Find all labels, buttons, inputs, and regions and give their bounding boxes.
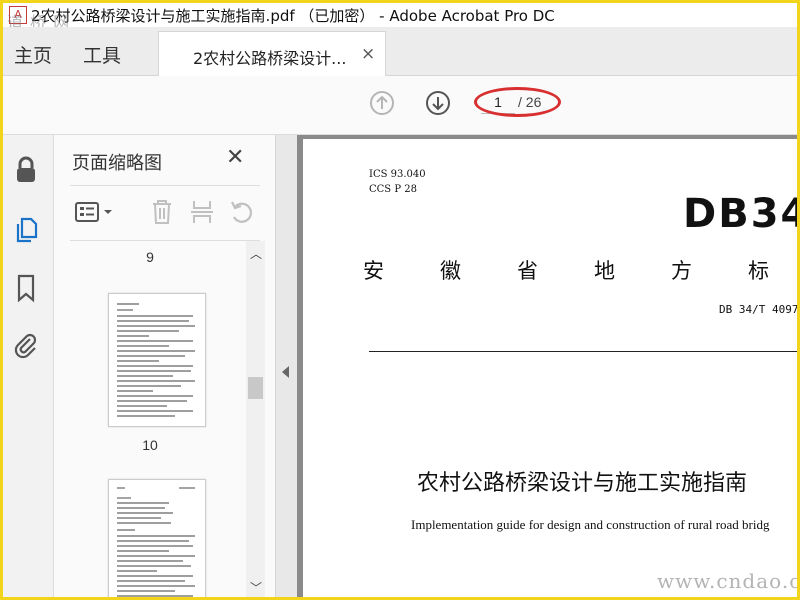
thumbnail-text-lines bbox=[117, 303, 195, 417]
document-view[interactable]: ICS 93.040 CCS P 28 DB34 安 徽 省 地 方 标 DB 34/T … bbox=[297, 135, 797, 597]
ics-code: ICS 93.040 bbox=[369, 169, 426, 180]
close-panel-icon[interactable]: ✕ bbox=[226, 145, 244, 170]
standard-logo: DB34 bbox=[683, 191, 797, 237]
thumbnail-scrollbar[interactable]: ︿ ﹀ bbox=[246, 241, 265, 597]
acrobat-window: A 2农村公路桥梁设计与施工实施指南.pdf （已加密） - Adobe Acr… bbox=[3, 3, 797, 597]
scroll-up-icon[interactable]: ︿ bbox=[250, 245, 262, 262]
delete-page-icon[interactable] bbox=[148, 198, 176, 226]
heading-char: 徽 bbox=[440, 259, 461, 283]
scrollbar-thumb[interactable] bbox=[248, 377, 263, 399]
classification-codes: ICS 93.040 CCS P 28 bbox=[369, 167, 426, 197]
extract-page-icon[interactable] bbox=[188, 198, 216, 226]
tab-tools[interactable]: 工具 bbox=[83, 41, 121, 68]
thumbnail-page-label: 9 bbox=[146, 249, 154, 265]
page-navigation-toolbar: / 26 bbox=[3, 76, 797, 135]
total-pages: / 26 bbox=[518, 94, 542, 110]
page-thumbnails-icon[interactable] bbox=[11, 215, 41, 245]
site-watermark: www.cndao.com bbox=[657, 569, 797, 593]
window-title: 2农村公路桥梁设计与施工实施指南.pdf （已加密） - Adobe Acrob… bbox=[31, 7, 555, 25]
divider-line bbox=[369, 351, 797, 352]
tab-document[interactable]: 2农村公路桥梁设计... × bbox=[158, 31, 386, 77]
document-tab-label: 2农村公路桥梁设计... bbox=[193, 49, 347, 68]
thumbnail-toolbar bbox=[70, 185, 260, 241]
tab-bar: 主页 工具 2农村公路桥梁设计... × bbox=[3, 27, 797, 77]
heading-char: 省 bbox=[517, 259, 538, 283]
tab-home[interactable]: 主页 bbox=[14, 41, 52, 68]
title-bar: A 2农村公路桥梁设计与施工实施指南.pdf （已加密） - Adobe Acr… bbox=[3, 3, 797, 27]
scroll-down-icon[interactable]: ﹀ bbox=[250, 579, 262, 596]
attachment-icon[interactable] bbox=[11, 330, 41, 360]
left-navigation-strip bbox=[3, 135, 54, 597]
lock-icon[interactable] bbox=[11, 155, 41, 185]
document-title-english: Implementation guide for design and cons… bbox=[411, 517, 770, 532]
pdf-page: ICS 93.040 CCS P 28 DB34 安 徽 省 地 方 标 DB 34/T … bbox=[303, 139, 797, 597]
ccs-code: CCS P 28 bbox=[369, 184, 417, 195]
heading-char: 标 bbox=[748, 259, 769, 283]
page-thumbnails-panel: 页面缩略图 ✕ 9 10 ︿ ﹀ bbox=[54, 135, 275, 597]
bookmark-icon[interactable] bbox=[11, 273, 41, 303]
heading-char: 方 bbox=[671, 259, 692, 283]
rotate-page-icon[interactable] bbox=[228, 198, 256, 226]
thumbnail-options-icon[interactable] bbox=[74, 198, 114, 226]
thumbnail-list: 9 10 bbox=[54, 241, 246, 597]
next-page-icon[interactable] bbox=[425, 90, 451, 116]
page-number-input[interactable] bbox=[481, 91, 515, 114]
thumbnail-page-label: 10 bbox=[142, 437, 158, 453]
thumbnail-page-10[interactable] bbox=[108, 293, 206, 427]
heading-char: 安 bbox=[363, 259, 384, 283]
collapse-arrow-icon bbox=[282, 366, 289, 378]
document-title-chinese: 农村公路桥梁设计与施工实施指南 bbox=[417, 471, 748, 496]
thumbnail-page-11[interactable] bbox=[108, 479, 206, 597]
panel-title: 页面缩略图 bbox=[72, 153, 162, 174]
province-standard-heading: 安徽省地方标 bbox=[363, 255, 797, 285]
heading-char: 地 bbox=[594, 259, 615, 283]
thumbnail-text-lines bbox=[117, 487, 195, 597]
previous-page-icon[interactable] bbox=[369, 90, 395, 116]
close-tab-icon[interactable]: × bbox=[361, 44, 375, 64]
standard-number: DB 34/T 4097 bbox=[719, 303, 797, 316]
panel-collapse-handle[interactable] bbox=[275, 135, 297, 597]
